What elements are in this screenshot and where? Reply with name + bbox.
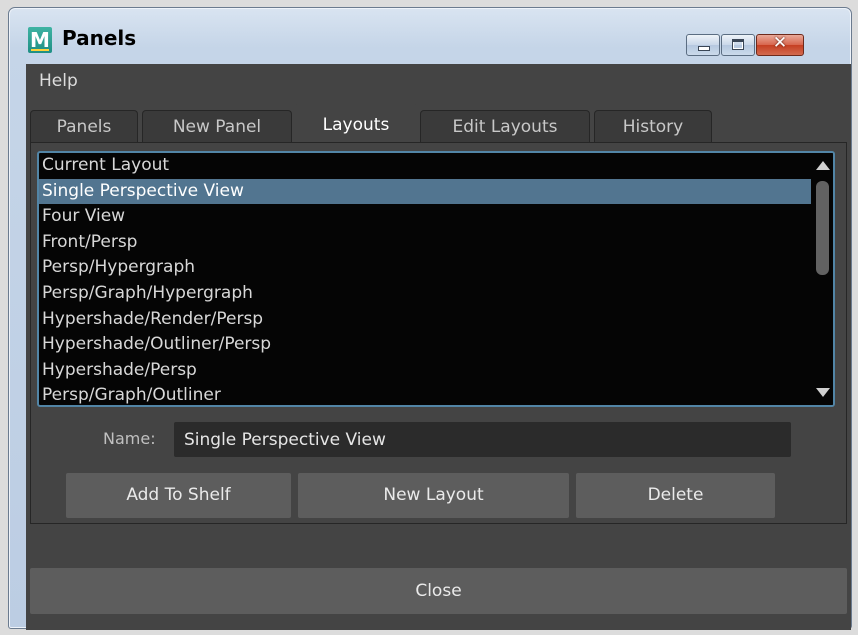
maya-app-icon: M xyxy=(28,27,52,53)
new-layout-button[interactable]: New Layout xyxy=(298,473,569,518)
add-to-shelf-button[interactable]: Add To Shelf xyxy=(66,473,291,518)
minimize-button[interactable] xyxy=(686,34,720,56)
layout-name-input[interactable] xyxy=(174,422,791,457)
tab-layouts[interactable]: Layouts xyxy=(296,102,416,142)
minimize-icon xyxy=(698,46,710,51)
close-icon: ✕ xyxy=(772,33,788,53)
menu-bar: Help xyxy=(26,64,851,96)
layouts-list[interactable]: Current Layout Single Perspective View Fou… xyxy=(37,151,835,407)
list-item[interactable]: Persp/Graph/Hypergraph xyxy=(39,281,811,307)
list-item[interactable]: Hypershade/Outliner/Persp xyxy=(39,332,811,358)
tab-edit-layouts[interactable]: Edit Layouts xyxy=(420,110,590,142)
layouts-panel: Current Layout Single Perspective View Fou… xyxy=(30,142,847,524)
list-item[interactable]: Current Layout xyxy=(39,153,811,179)
list-item[interactable]: Front/Persp xyxy=(39,230,811,256)
tab-bar: Panels New Panel Layouts Edit Layouts Hi… xyxy=(26,102,851,142)
window-title: Panels xyxy=(62,26,137,50)
tab-new-panel[interactable]: New Panel xyxy=(142,110,292,142)
maximize-button[interactable] xyxy=(721,34,755,56)
list-item[interactable]: Hypershade/Render/Persp xyxy=(39,307,811,333)
tab-history[interactable]: History xyxy=(594,110,712,142)
list-item[interactable]: Single Perspective View xyxy=(39,178,811,205)
menu-help[interactable]: Help xyxy=(39,71,78,91)
name-label: Name: xyxy=(103,429,156,448)
close-window-button[interactable]: ✕ xyxy=(756,33,804,56)
close-button[interactable]: Close xyxy=(30,568,847,614)
list-item[interactable]: Hypershade/Persp xyxy=(39,358,811,384)
scroll-up-arrow-icon[interactable] xyxy=(816,161,830,170)
scroll-thumb[interactable] xyxy=(816,181,829,275)
layouts-list-items: Current Layout Single Perspective View Fou… xyxy=(39,153,811,405)
scroll-down-arrow-icon[interactable] xyxy=(816,388,830,397)
client-area: Help Panels New Panel Layouts Edit Layou… xyxy=(26,64,851,630)
maximize-icon xyxy=(732,39,744,50)
delete-button[interactable]: Delete xyxy=(576,473,775,518)
list-item[interactable]: Four View xyxy=(39,204,811,230)
tab-panels[interactable]: Panels xyxy=(30,110,138,142)
list-item[interactable]: Persp/Hypergraph xyxy=(39,255,811,281)
list-scrollbar[interactable] xyxy=(812,153,833,405)
title-bar[interactable]: M Panels ✕ xyxy=(9,8,851,58)
list-item[interactable]: Persp/Graph/Outliner xyxy=(39,383,811,405)
